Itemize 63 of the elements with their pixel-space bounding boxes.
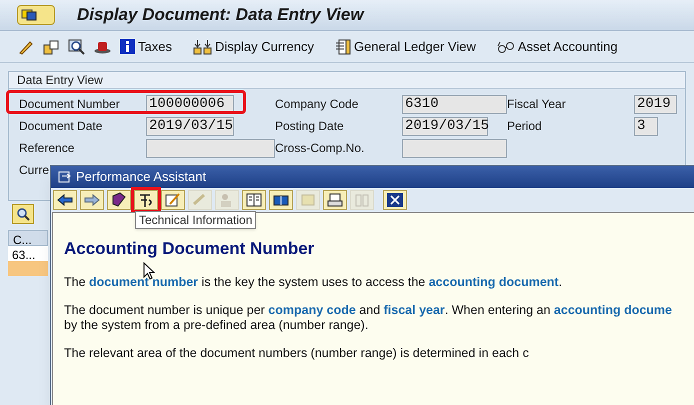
field-label: Posting Date (275, 119, 344, 133)
field-label: Fiscal Year (507, 97, 566, 111)
column-header[interactable]: C... (8, 230, 48, 246)
hat-icon (94, 40, 111, 54)
arrows-icon (192, 38, 212, 54)
field-label: Period (507, 119, 542, 133)
toolbar-button[interactable]: General Ledger View (334, 36, 476, 56)
help-paragraph: The relevant area of the document numbers (number range) is determined in each c (64, 346, 530, 360)
input-field[interactable]: 2019/03/15 (146, 116, 234, 136)
pencil-icon (164, 192, 182, 208)
field-label: Document Number (19, 97, 120, 111)
magnifier-icon (68, 38, 85, 54)
toolbar-icon-button[interactable] (18, 38, 34, 54)
help-link[interactable]: accounting document (428, 274, 559, 288)
back-arrow-icon (56, 192, 74, 208)
field-label: Company Code (275, 97, 358, 111)
forward-arrow-icon (83, 192, 101, 208)
tooltip: Technical Information (135, 211, 256, 229)
toolbar-button[interactable]: Display Currency (192, 36, 314, 56)
help-link[interactable]: fiscal year (384, 302, 445, 316)
toolbar-button[interactable]: Taxes (120, 36, 172, 56)
input-field[interactable]: 2019/03/15 (402, 116, 488, 136)
toolbar-button[interactable] (134, 190, 158, 210)
toolbar-button[interactable] (242, 190, 266, 210)
field-label: Curre (19, 163, 50, 177)
input-field[interactable] (402, 138, 507, 158)
input-field[interactable]: 3 (634, 116, 658, 136)
field-label: Document Date (19, 119, 102, 133)
help-link[interactable]: document number (89, 274, 198, 288)
assistant-title: Performance Assistant (76, 168, 206, 186)
toolbar-button[interactable] (161, 190, 185, 210)
table-cell: 63... (8, 246, 48, 261)
help-link[interactable]: accounting docume (554, 302, 672, 316)
toolbar-icon-button[interactable] (68, 38, 85, 54)
input-field[interactable]: 6310 (402, 94, 507, 114)
field-label: Reference (19, 141, 74, 155)
search-icon (16, 207, 30, 221)
window-icon (58, 171, 71, 183)
glasses-icon (496, 40, 515, 54)
group-title: Data Entry View (9, 72, 685, 89)
search-button[interactable] (12, 204, 34, 224)
ledger-icon (334, 38, 351, 54)
toolbar-button[interactable] (53, 190, 77, 210)
help-link[interactable]: company code (268, 302, 356, 316)
toolbar-icon-button[interactable] (43, 38, 59, 54)
toolbar-icon-button[interactable] (94, 40, 111, 54)
documents-icon (43, 38, 59, 54)
toolbar-button[interactable] (269, 190, 293, 210)
menu-button[interactable] (17, 5, 55, 25)
toolbar-button[interactable]: Asset Accounting (496, 36, 618, 56)
input-field[interactable] (146, 138, 275, 158)
field-label: Cross-Comp.No. (275, 141, 364, 155)
input-field[interactable]: 2019 (634, 94, 677, 114)
window-title: Display Document: Data Entry View (77, 4, 364, 26)
toolbar-button[interactable] (383, 190, 407, 210)
help-paragraph: The document number is unique per company code and fiscal year. When entering an accounting docume by the system from a pre-defined area (number range). (64, 302, 673, 332)
info-icon (120, 39, 135, 54)
close-icon (386, 192, 404, 208)
pencil-icon (18, 38, 34, 54)
help-paragraph: The document number is the key the system uses to access the accounting document. (64, 274, 564, 290)
toolbar-button[interactable] (323, 190, 347, 210)
toolbar-button[interactable] (107, 190, 131, 210)
help-heading: Accounting Document Number (64, 238, 316, 260)
